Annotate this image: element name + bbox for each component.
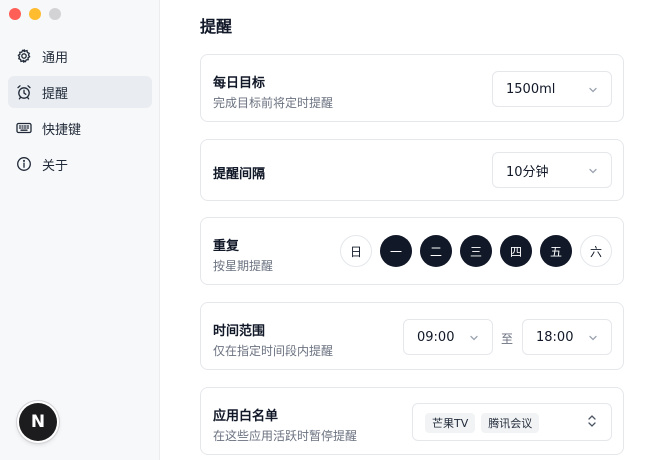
day-label: 六 [589,244,602,259]
repeat-desc: 按星期提醒 [213,259,274,273]
day-toggle-mon[interactable]: 一 [380,235,412,267]
whitelist-title: 应用白名单 [213,409,279,424]
window-close-button[interactable] [9,8,21,20]
whitelist-tags: 芒果TV 腾讯会议 [425,413,545,433]
app-tag-label: 芒果TV [432,417,469,430]
time-range-separator: 至 [501,332,514,346]
app-tag[interactable]: 腾讯会议 [481,413,540,433]
window-zoom-button[interactable] [49,8,61,20]
window-controls [9,8,61,20]
sidebar-item-label: 关于 [42,158,69,174]
page-title: 提醒 [200,17,233,36]
daily-goal-card: 每日目标 完成目标前将定时提醒 1500ml [200,54,624,122]
end-time-select[interactable]: 18:00 [522,319,612,355]
main-content: 提醒 每日目标 完成目标前将定时提醒 1500ml 提醒间隔 10分钟 重复 按… [160,0,666,460]
info-icon [17,157,31,171]
day-label: 二 [429,244,442,259]
sidebar-item-general[interactable]: 通用 [8,40,152,72]
keyboard-icon [16,122,32,134]
daily-goal-select[interactable]: 1500ml [492,71,612,107]
time-range-desc: 仅在指定时间段内提醒 [213,344,334,358]
time-range-title: 时间范围 [213,324,266,339]
avatar-letter: N [30,412,46,432]
whitelist-desc: 在这些应用活跃时暂停提醒 [213,429,358,443]
start-time-value: 09:00 [417,329,455,345]
interval-card: 提醒间隔 10分钟 [200,139,624,201]
end-time-value: 18:00 [536,329,574,345]
day-toggle-fri[interactable]: 五 [540,235,572,267]
chevron-up-down-icon [588,415,596,427]
day-label: 四 [509,244,522,259]
day-toggle-thu[interactable]: 四 [500,235,532,267]
sidebar-item-reminders[interactable]: 提醒 [8,76,152,108]
daily-goal-title: 每日目标 [213,76,266,91]
daily-goal-value: 1500ml [506,81,556,97]
start-time-select[interactable]: 09:00 [403,319,493,355]
interval-value: 10分钟 [506,164,549,180]
day-toggle-tue[interactable]: 二 [420,235,452,267]
repeat-title: 重复 [213,239,240,254]
whitelist-card: 应用白名单 在这些应用活跃时暂停提醒 芒果TV 腾讯会议 [200,387,624,455]
sidebar-item-about[interactable]: 关于 [8,148,152,180]
chevron-down-icon [589,168,597,174]
app-tag[interactable]: 芒果TV [425,413,476,433]
sidebar-item-shortcuts[interactable]: 快捷键 [8,112,152,144]
day-label: 三 [469,244,482,259]
sidebar-item-label: 通用 [42,50,69,66]
chevron-down-icon [470,335,478,341]
day-label: 日 [349,244,362,259]
whitelist-multiselect[interactable]: 芒果TV 腾讯会议 [412,403,612,441]
interval-title: 提醒间隔 [213,167,266,182]
day-toggle-wed[interactable]: 三 [460,235,492,267]
alarm-clock-icon [17,85,31,100]
time-range-card: 时间范围 仅在指定时间段内提醒 09:00 至 18:00 [200,302,624,370]
gear-icon [17,49,31,63]
interval-select[interactable]: 10分钟 [492,152,612,188]
window-minimize-button[interactable] [29,8,41,20]
chevron-down-icon [589,87,597,93]
sidebar: 通用 提醒 快捷键 关于 N [0,0,160,460]
chevron-down-icon [589,335,597,341]
user-avatar[interactable]: N [19,403,57,441]
day-toggle-sun[interactable]: 日 [340,235,372,267]
day-label: 一 [389,244,402,259]
day-toggle-sat[interactable]: 六 [580,235,612,267]
sidebar-item-label: 快捷键 [42,122,82,138]
sidebar-item-label: 提醒 [42,86,69,102]
day-label: 五 [549,244,562,259]
repeat-card: 重复 按星期提醒 日 一 二 三 四 五 六 [200,217,624,285]
sidebar-nav: 通用 提醒 快捷键 关于 [8,40,152,184]
daily-goal-desc: 完成目标前将定时提醒 [213,96,334,110]
app-tag-label: 腾讯会议 [488,417,533,430]
